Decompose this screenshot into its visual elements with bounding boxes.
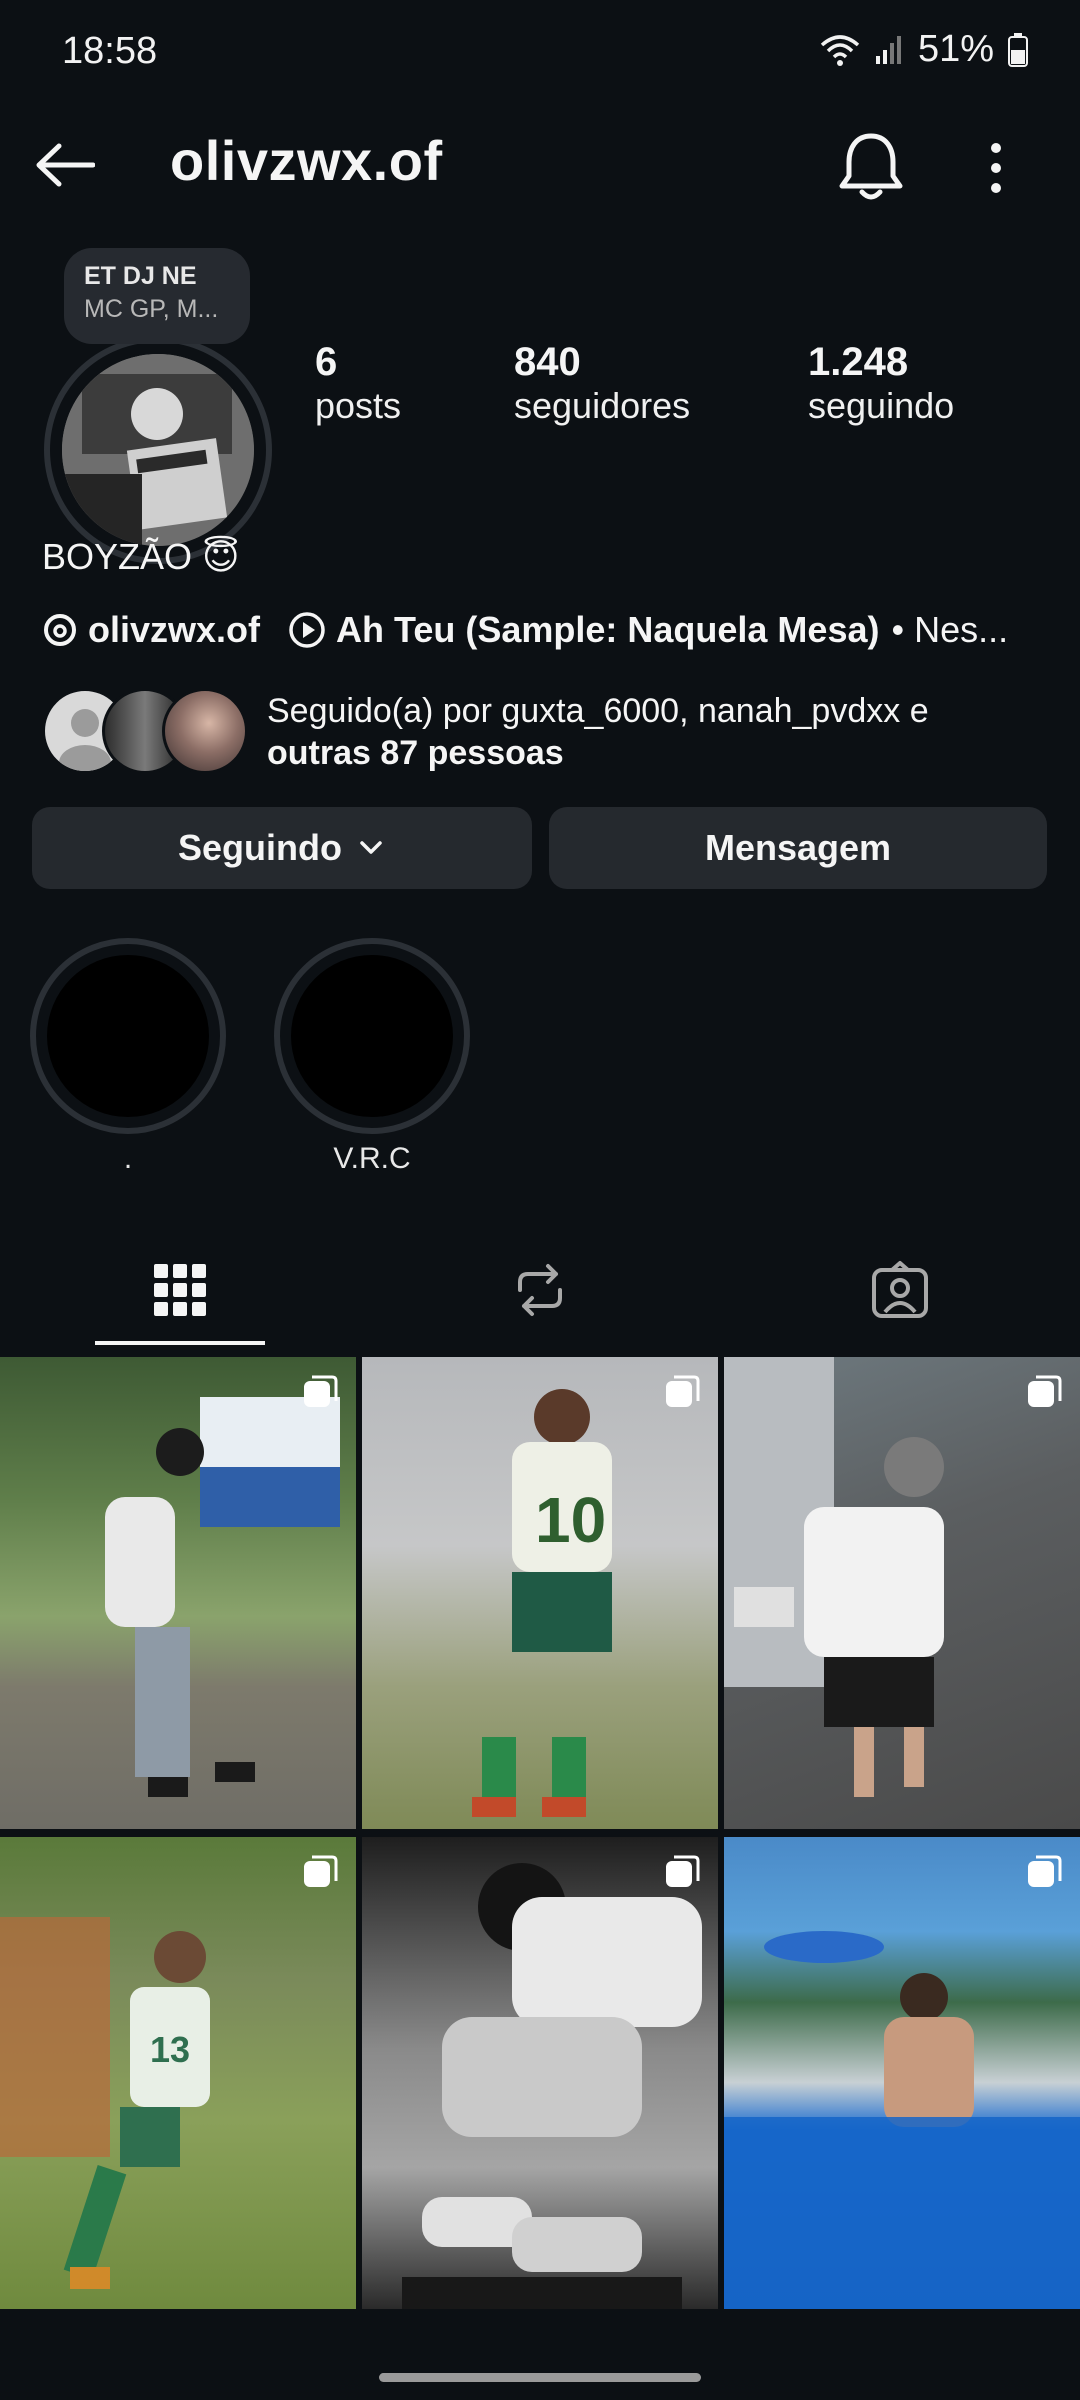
note-bubble[interactable]: ET DJ NE MC GP, M...	[64, 248, 250, 344]
avatar[interactable]	[62, 354, 254, 546]
message-button-label: Mensagem	[704, 827, 892, 868]
following-button-label: Seguindo	[178, 827, 342, 868]
followers-label: seguidores	[514, 385, 691, 426]
tab-tagged[interactable]	[840, 1250, 960, 1330]
mutual-followers-avatars[interactable]	[42, 688, 252, 774]
post-image	[105, 1397, 340, 1797]
post-image: 13	[0, 1917, 210, 2289]
highlight-cover	[291, 955, 453, 1117]
posts-value: 6	[315, 340, 338, 384]
post-thumbnail[interactable]	[0, 1357, 356, 1829]
following-count[interactable]: 1.248 seguindo	[808, 340, 954, 427]
home-indicator[interactable]	[379, 2373, 701, 2382]
profile-links: olivzwx.of Ah Teu (Sample: Naquela Mesa)…	[42, 609, 1008, 651]
mutual-avatar	[162, 688, 248, 774]
bio-text: BOYZÃO 😇	[42, 536, 240, 577]
multi-post-icon	[664, 1855, 700, 1891]
notifications-button[interactable]	[832, 128, 910, 206]
back-button[interactable]	[30, 130, 100, 200]
tagged-person-icon	[872, 1261, 928, 1318]
following-button[interactable]: Seguindo	[32, 807, 532, 889]
following-label: seguindo	[808, 385, 955, 426]
highlight-item[interactable]	[30, 938, 226, 1134]
multi-post-icon	[302, 1375, 338, 1411]
svg-text:10: 10	[535, 1484, 606, 1556]
signal-icon	[875, 35, 901, 64]
svg-text:13: 13	[150, 2029, 190, 2070]
music-suffix: • Nes...	[891, 609, 1009, 650]
page-title: olivzwx.of	[170, 129, 443, 192]
avatar-photo	[62, 354, 254, 546]
multi-post-icon	[1026, 1375, 1062, 1411]
more-vertical-icon	[991, 143, 1001, 193]
chevron-down-icon	[360, 841, 382, 854]
following-value: 1.248	[808, 340, 909, 384]
repost-icon	[518, 1264, 562, 1316]
post-thumbnail[interactable]: 13	[0, 1837, 356, 2309]
music-link[interactable]: Ah Teu (Sample: Naquela Mesa)	[336, 609, 879, 651]
highlight-item[interactable]	[274, 938, 470, 1134]
note-title: ET DJ NE	[84, 262, 197, 290]
multi-post-icon	[664, 1375, 700, 1411]
followers-value: 840	[514, 340, 581, 384]
followed-by-names: Seguido(a) por guxta_6000, nanah_pvdxx e	[267, 692, 929, 730]
followed-by-text[interactable]: Seguido(a) por guxta_6000, nanah_pvdxx e…	[267, 690, 1047, 774]
post-image	[724, 1357, 944, 1797]
post-thumbnail[interactable]	[724, 1357, 1080, 1829]
followed-by-others: outras 87 pessoas	[267, 734, 564, 772]
posts-label: posts	[315, 385, 402, 426]
post-thumbnail[interactable]	[724, 1837, 1080, 2309]
wifi-icon	[820, 34, 860, 66]
play-circle-icon	[288, 611, 326, 649]
highlight-cover	[47, 955, 209, 1117]
tab-grid[interactable]	[120, 1250, 240, 1330]
tab-active-indicator	[95, 1341, 265, 1345]
post-image	[402, 1863, 702, 2309]
more-options-button[interactable]	[968, 130, 1024, 206]
threads-icon	[42, 612, 78, 648]
arrow-left-icon	[36, 143, 95, 187]
battery-percent: 51%	[917, 28, 994, 70]
post-image: 10	[472, 1389, 612, 1817]
post-thumbnail[interactable]: 10	[362, 1357, 718, 1829]
battery-icon	[1008, 32, 1028, 67]
grid-icon	[154, 1264, 206, 1316]
threads-link[interactable]: olivzwx.of	[88, 609, 260, 651]
bell-icon	[839, 133, 903, 200]
multi-post-icon	[1026, 1855, 1062, 1891]
posts-count[interactable]: 6 posts	[315, 340, 401, 427]
status-time: 18:58	[62, 30, 158, 72]
note-subtitle: MC GP, M...	[84, 295, 219, 323]
status-icons: 51%	[820, 28, 1028, 71]
multi-post-icon	[302, 1855, 338, 1891]
message-button[interactable]: Mensagem	[549, 807, 1047, 889]
post-image	[724, 1931, 1080, 2309]
followers-count[interactable]: 840 seguidores	[514, 340, 690, 427]
highlight-label: V.R.C	[333, 1142, 411, 1175]
highlight-label: .	[123, 1142, 133, 1175]
post-thumbnail[interactable]	[362, 1837, 718, 2309]
tab-reposts[interactable]	[480, 1250, 600, 1330]
